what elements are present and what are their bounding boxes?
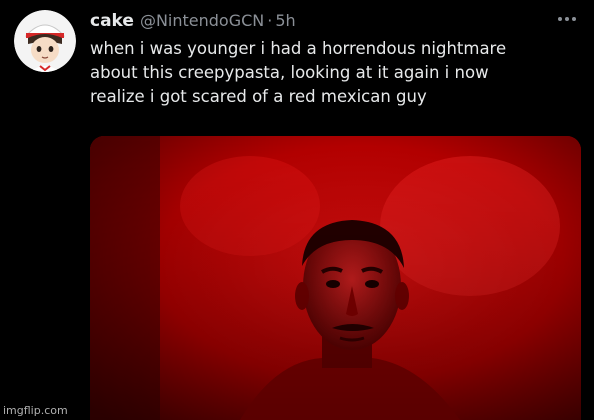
dot-icon bbox=[565, 17, 569, 21]
red-face-photo bbox=[90, 136, 581, 420]
tweet-text-line: about this creepypasta, looking at it ag… bbox=[90, 63, 489, 82]
tweet-text-line: when i was younger i had a horrendous ni… bbox=[90, 39, 507, 58]
imgflip-watermark: imgflip.com bbox=[3, 404, 68, 417]
avatar-illustration bbox=[14, 10, 76, 72]
more-options-icon[interactable] bbox=[558, 16, 576, 22]
tweet-text: when i was younger i had a horrendous ni… bbox=[90, 37, 580, 109]
avatar[interactable] bbox=[14, 10, 76, 72]
display-name[interactable]: cake bbox=[90, 11, 134, 31]
user-handle[interactable]: @NintendoGCN bbox=[140, 11, 264, 30]
tweet-image[interactable] bbox=[90, 136, 581, 420]
tweet-card: cake @NintendoGCN · 5h when i was younge… bbox=[0, 0, 594, 420]
timestamp[interactable]: 5h bbox=[275, 11, 295, 30]
separator-dot: · bbox=[267, 11, 273, 30]
dot-icon bbox=[558, 17, 562, 21]
tweet-text-line: realize i got scared of a red mexican gu… bbox=[90, 87, 427, 106]
tweet-header: cake @NintendoGCN · 5h bbox=[90, 11, 296, 35]
dot-icon bbox=[572, 17, 576, 21]
